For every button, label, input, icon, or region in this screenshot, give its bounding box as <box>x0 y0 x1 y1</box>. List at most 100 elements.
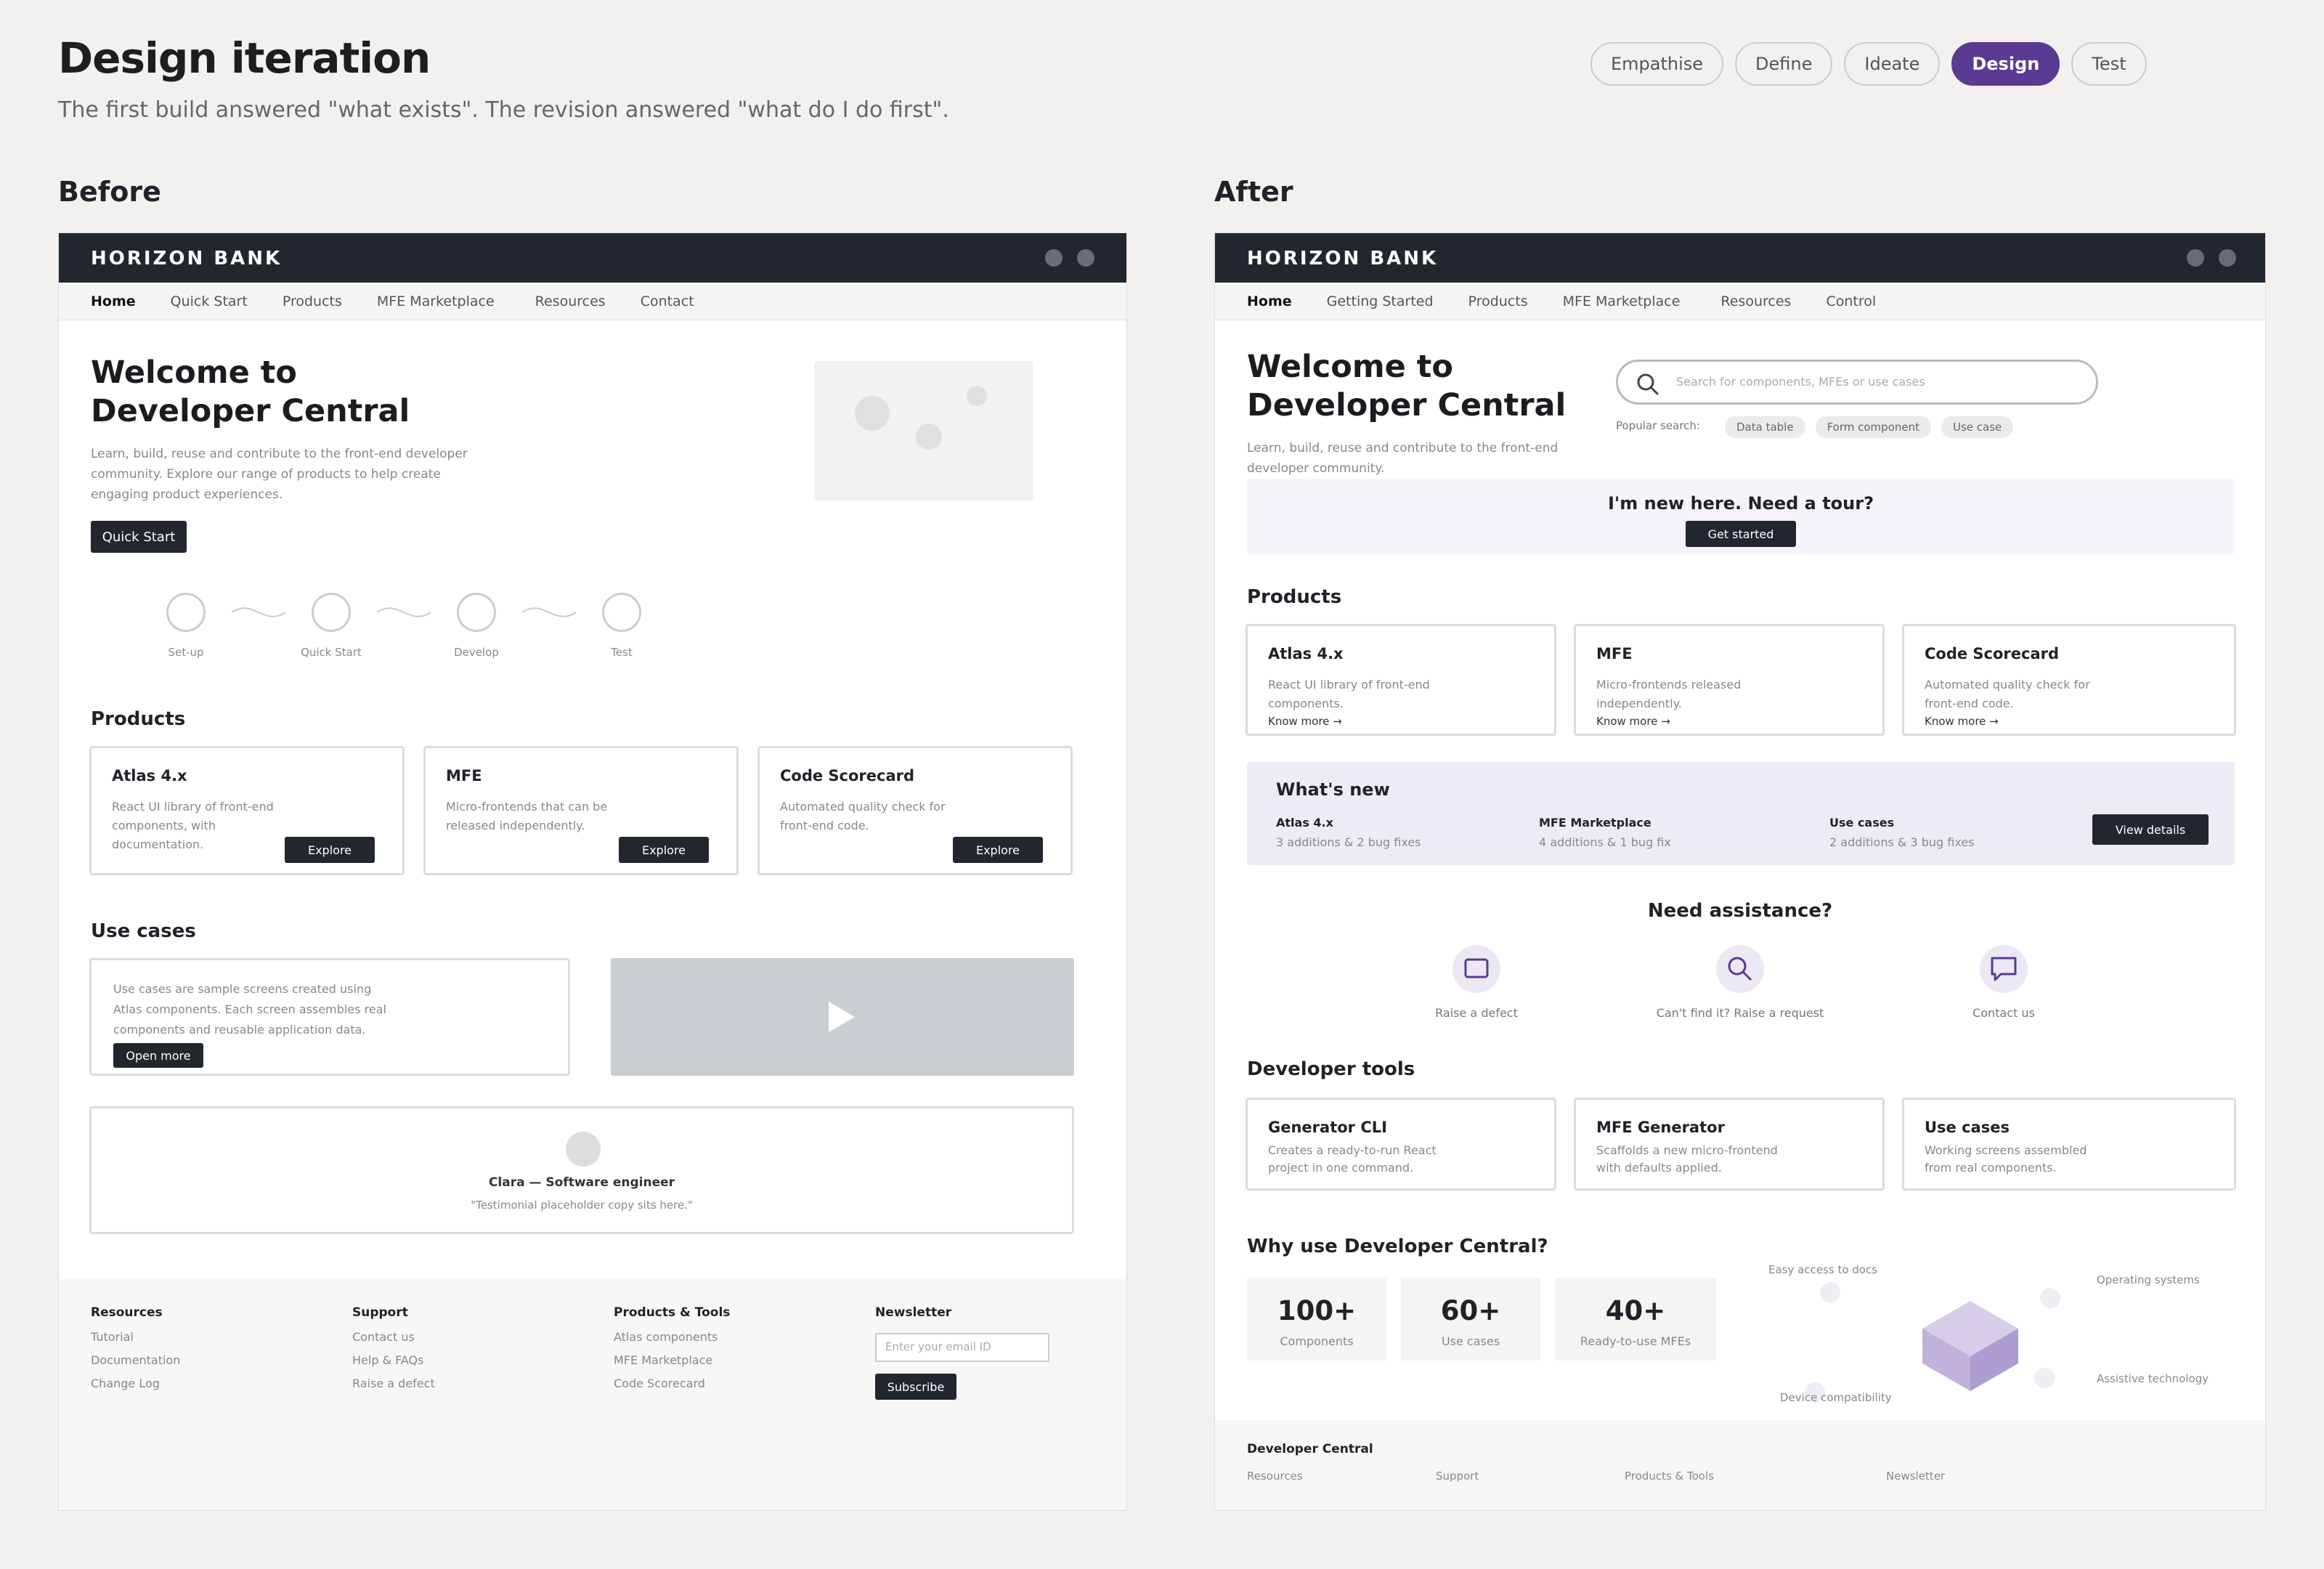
before-footer: Resources Tutorial Documentation Change … <box>59 1279 1126 1510</box>
product-card[interactable]: Atlas 4.x React UI library of front-end c… <box>89 746 405 875</box>
hero-title: Welcome to Developer Central <box>1247 349 1567 423</box>
hero-description: Learn, build, reuse and contribute to th… <box>91 447 468 502</box>
assist-label: Can't find it? Raise a request <box>1656 1006 1824 1020</box>
phase-define[interactable]: Define <box>1735 42 1833 86</box>
before-nav: Home Quick Start Products MFE Marketplac… <box>59 283 1126 320</box>
testimonial-card: Clara — Software engineer "Testimonial p… <box>89 1106 1074 1234</box>
after-nav: Home Getting Started Products MFE Market… <box>1215 283 2265 320</box>
benefit-label: Easy access to docs <box>1768 1263 1878 1276</box>
footer-link[interactable]: Atlas components <box>614 1330 718 1344</box>
phase-design[interactable]: Design <box>1951 42 2060 86</box>
nav-control[interactable]: Control <box>1826 293 1876 309</box>
product-card[interactable]: MFE Micro-frontends that can be released … <box>423 746 739 875</box>
step-circle <box>312 593 351 632</box>
nav-mfe-marketplace[interactable]: MFE Marketplace <box>377 293 495 309</box>
step-circle <box>166 593 206 632</box>
step-circle <box>457 593 496 632</box>
window-dot <box>1077 249 1094 267</box>
newsletter-email-input[interactable]: Enter your email ID <box>875 1333 1049 1362</box>
footer-link[interactable]: Newsletter <box>1886 1469 1945 1483</box>
search-icon <box>1637 373 1659 396</box>
know-more-link[interactable]: Know more → <box>1268 715 1342 728</box>
explore-button[interactable]: Explore <box>619 837 709 863</box>
product-card[interactable]: Code Scorecard Automated quality check f… <box>1902 624 2236 736</box>
popular-chip[interactable]: Data table <box>1725 416 1805 438</box>
hero-title: Welcome to Developer Central <box>91 354 410 429</box>
subscribe-button[interactable]: Subscribe <box>875 1374 956 1400</box>
step-label: Test <box>611 646 633 659</box>
footer-link[interactable]: MFE Marketplace <box>614 1353 712 1367</box>
nav-quick-start[interactable]: Quick Start <box>171 293 248 309</box>
nav-products[interactable]: Products <box>283 293 342 309</box>
after-footer: Developer Central Resources Support Prod… <box>1215 1420 2265 1510</box>
tool-card[interactable]: Generator CLI Creates a ready-to-run Rea… <box>1246 1098 1556 1191</box>
use-case-card: Use cases are sample screens created usi… <box>89 958 570 1076</box>
popular-chip[interactable]: Form component <box>1815 416 1931 438</box>
footer-link[interactable]: Raise a defect <box>352 1377 435 1390</box>
tool-card[interactable]: MFE Generator Scaffolds a new micro-fron… <box>1574 1098 1885 1191</box>
product-card[interactable]: Atlas 4.x React UI library of front-end c… <box>1246 624 1556 736</box>
raise-defect-button[interactable] <box>1452 945 1500 993</box>
footer-link[interactable]: Documentation <box>91 1353 180 1367</box>
tour-title: I'm new here. Need a tour? <box>1607 493 1874 514</box>
footer-link[interactable]: Support <box>1436 1469 1479 1483</box>
steps-connector <box>231 607 577 617</box>
search-icon <box>1728 957 1752 981</box>
before-topbar: HORIZON BANK <box>59 233 1126 283</box>
know-more-link[interactable]: Know more → <box>1596 715 1670 728</box>
explore-button[interactable]: Explore <box>953 837 1043 863</box>
raise-request-button[interactable] <box>1716 945 1764 993</box>
footer-link[interactable]: Resources <box>1247 1469 1303 1483</box>
footer-link[interactable]: Change Log <box>91 1377 160 1390</box>
why-heading: Why use Developer Central? <box>1247 1236 1548 1257</box>
get-started-button[interactable]: Get started <box>1686 521 1796 547</box>
newsletter-heading: Newsletter <box>875 1305 952 1320</box>
nav-home[interactable]: Home <box>91 293 136 309</box>
before-label: Before <box>58 176 161 208</box>
search-input[interactable]: Search for components, MFEs or use cases <box>1616 360 2098 405</box>
hero-image-placeholder <box>814 361 1033 500</box>
phase-stepper: Empathise Define Ideate Design Test <box>1590 42 2147 86</box>
explore-button[interactable]: Explore <box>285 837 375 863</box>
nav-mfe-marketplace[interactable]: MFE Marketplace <box>1563 293 1681 309</box>
assist-label: Contact us <box>1972 1006 2035 1020</box>
tool-card[interactable]: Use cases Working screens assembled from … <box>1902 1098 2236 1191</box>
phase-ideate[interactable]: Ideate <box>1844 42 1941 86</box>
after-frame: HORIZON BANK Home Getting Started Produc… <box>1214 232 2266 1511</box>
page-subtitle: The first build answered "what exists". … <box>58 97 949 123</box>
footer-link[interactable]: Help & FAQs <box>352 1353 423 1367</box>
page-title: Design iteration <box>58 33 431 83</box>
whats-new-panel: What's new Atlas 4.x 3 additions & 2 bug… <box>1247 762 2235 865</box>
quick-start-button[interactable]: Quick Start <box>91 521 187 553</box>
footer-link[interactable]: Contact us <box>352 1330 415 1344</box>
after-label: After <box>1214 176 1293 208</box>
open-more-button[interactable]: Open more <box>113 1043 203 1068</box>
contact-us-button[interactable] <box>1980 945 2028 993</box>
avatar <box>566 1132 601 1167</box>
know-more-link[interactable]: Know more → <box>1925 715 1999 728</box>
nav-getting-started[interactable]: Getting Started <box>1327 293 1434 309</box>
product-card[interactable]: MFE Micro-frontends released independentl… <box>1574 624 1885 736</box>
nav-resources[interactable]: Resources <box>535 293 606 309</box>
product-card[interactable]: Code Scorecard Automated quality check f… <box>757 746 1073 875</box>
nav-products[interactable]: Products <box>1468 293 1528 309</box>
nav-home[interactable]: Home <box>1247 293 1292 309</box>
footer-link[interactable]: Tutorial <box>91 1330 134 1344</box>
products-heading: Products <box>1247 586 1342 608</box>
footer-link[interactable]: Products & Tools <box>1625 1469 1714 1483</box>
phase-test[interactable]: Test <box>2071 42 2147 86</box>
whats-new-item: Atlas 4.x 3 additions & 2 bug fixes <box>1276 816 1421 849</box>
window-dot <box>1045 249 1063 267</box>
stat-card: 60+ Use cases <box>1401 1278 1540 1361</box>
footer-link[interactable]: Code Scorecard <box>614 1377 705 1390</box>
step-label: Quick Start <box>301 646 362 659</box>
view-details-button[interactable]: View details <box>2092 814 2209 845</box>
footer-title: Developer Central <box>1247 1442 1373 1456</box>
nav-contact[interactable]: Contact <box>641 293 694 309</box>
assistance-heading: Need assistance? <box>1647 900 1833 922</box>
phase-empathise[interactable]: Empathise <box>1590 42 1724 86</box>
popular-chip[interactable]: Use case <box>1941 416 2014 438</box>
stat-card: 40+ Ready-to-use MFEs <box>1555 1278 1716 1361</box>
video-placeholder[interactable] <box>611 958 1074 1076</box>
nav-resources[interactable]: Resources <box>1720 293 1791 309</box>
